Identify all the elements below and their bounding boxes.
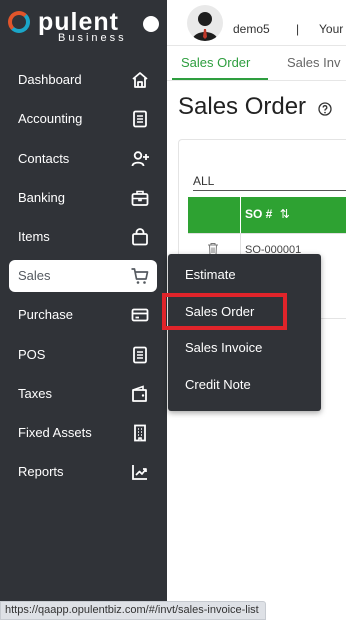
sidebar-item-items[interactable]: Items [9,221,157,253]
sidebar-item-accounting[interactable]: Accounting [9,103,157,135]
table-header-divider [240,197,241,233]
brand-logo[interactable]: opulentpulent Business [8,8,138,44]
sidebar-item-label: Banking [18,190,65,205]
sidebar-item-label: Dashboard [18,72,82,87]
sidebar-item-taxes[interactable]: Taxes [9,378,157,410]
sidebar-item-dashboard[interactable]: Dashboard [9,64,157,96]
sidebar-item-label: Contacts [18,151,70,166]
tab-sales-order[interactable]: Sales Order [181,55,250,70]
wallet-icon [130,384,150,404]
sidebar-item-reports[interactable]: Reports [9,456,157,488]
sidebar-toggle-button[interactable] [143,16,159,32]
sidebar-item-purchase[interactable]: Purchase [9,299,157,331]
help-icon[interactable] [318,102,332,116]
tab-sales-invoice[interactable]: Sales Inv [287,55,340,70]
link-status-bar: https://qaapp.opulentbiz.com/#/invt/sale… [0,601,266,620]
logo-mark-icon [8,11,30,33]
building-icon [130,423,150,443]
sidebar: opulentpulent Business Dashboard Account… [0,0,167,620]
home-icon [130,70,150,90]
avatar[interactable] [187,5,223,41]
sidebar-item-label: Accounting [18,111,83,126]
add-user-icon [130,149,150,169]
sidebar-item-fixed-assets[interactable]: Fixed Assets [9,417,157,449]
top-header: demo5 | Your [167,0,346,46]
status-filter-select[interactable]: ALL [193,174,346,191]
sidebar-item-label: Reports [18,464,64,479]
submenu-item-credit-note[interactable]: Credit Note [185,377,251,392]
sidebar-item-label: Purchase [18,307,73,322]
column-header-so-number[interactable]: SO # ⇅ [245,207,290,221]
header-divider: | [296,22,300,36]
sidebar-item-pos[interactable]: POS [9,339,157,371]
sidebar-item-label: Items [18,229,50,244]
brand-subtitle: Business [58,32,127,44]
sort-icon[interactable]: ⇅ [280,207,290,221]
sidebar-item-label: POS [18,347,46,362]
briefcase-icon [130,188,150,208]
sidebar-item-contacts[interactable]: Contacts [9,143,157,175]
sales-submenu: Estimate Sales Order Sales Invoice Credi… [168,254,321,411]
submenu-item-estimate[interactable]: Estimate [185,267,236,282]
highlight-box [162,293,287,330]
sidebar-item-label: Fixed Assets [18,425,92,440]
table-row-border [188,233,346,234]
bag-icon [130,227,150,247]
tab-divider [167,80,346,81]
ledger-icon [130,109,150,129]
card-icon [130,305,150,325]
page-title: Sales Order [178,93,307,120]
username[interactable]: demo5 [233,22,270,36]
column-header-label: SO # [245,207,273,221]
trend-chart-icon [130,462,150,482]
cart-icon [130,266,150,286]
sidebar-item-label: Sales [18,268,51,283]
sidebar-item-label: Taxes [18,386,52,401]
sidebar-item-sales[interactable]: Sales [9,260,157,292]
header-menu-text[interactable]: Your [319,22,343,36]
document-icon [130,345,150,365]
sidebar-item-banking[interactable]: Banking [9,182,157,214]
submenu-item-sales-invoice[interactable]: Sales Invoice [185,340,262,355]
